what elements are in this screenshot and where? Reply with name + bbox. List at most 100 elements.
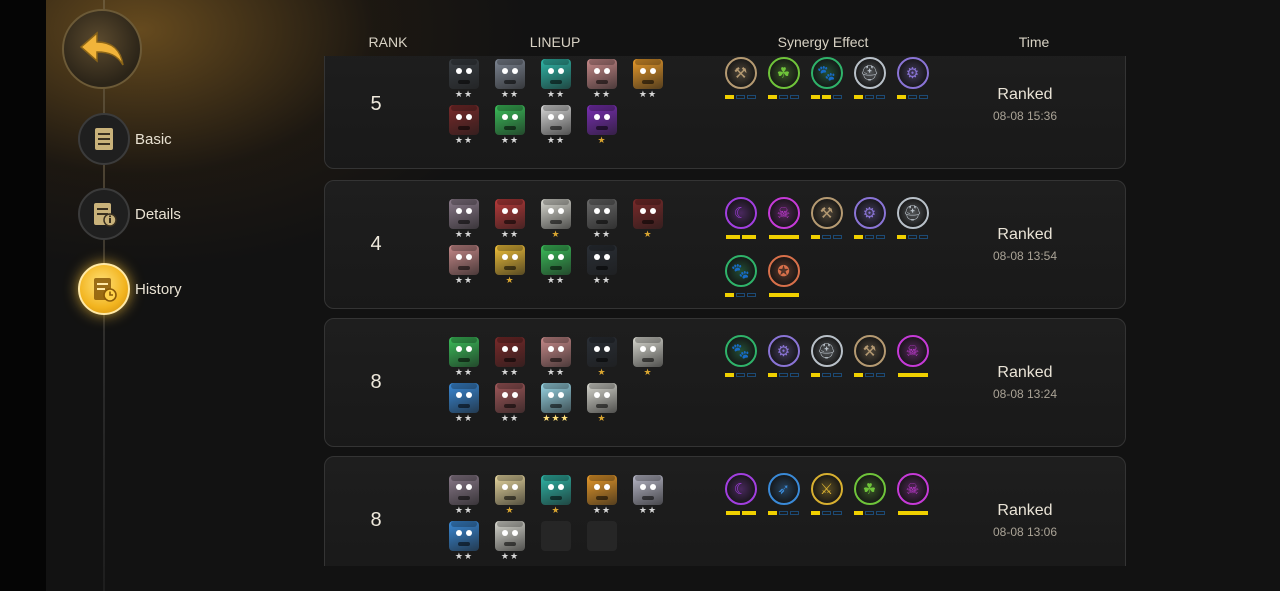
match-rank: 8 [370,371,382,393]
match-card[interactable]: 4 ★★ ★★ ★ ★★ ★ ★★ ★ ★★ ★★ ☾ ☠ ⚒ ⚙ ⛑ 🐾 ✪ Ranked 08-08 13:54 [324,180,1126,309]
paw-icon: 🐾 [724,255,757,287]
synergy-level-bar [833,511,842,515]
synergy-level-bars [725,235,756,239]
hero-portrait[interactable]: ★★ [441,337,487,383]
hero-portrait[interactable]: ★★ [579,245,625,291]
synergy-effect[interactable]: ⚒ [848,335,891,393]
synergy-level-bar [865,511,874,515]
hero-portrait[interactable]: ★ [533,199,579,245]
hero-portrait[interactable]: ★ [625,199,671,245]
synergy-level-bars [897,235,928,239]
hero-star-level: ★ [643,230,653,240]
hero-star-level: ★★ [638,90,658,100]
synergy-effect[interactable]: 🐾 [719,335,762,393]
hero-portrait[interactable]: ★★ [441,383,487,429]
trinity-icon: ☘ [853,473,886,505]
hero-icon [587,383,617,413]
hero-star-level: ★★ [454,230,474,240]
synergy-effect[interactable]: 🐾 [719,255,762,313]
hero-icon [633,475,663,505]
synergy-level-bar [876,373,885,377]
synergy-level-bar [790,95,799,99]
match-card[interactable]: 8 ★★ ★★ ★★ ★ ★ ★★ ★★ ★★★ ★ 🐾 ⚙ ⛑ ⚒ ☠ Ranked 08-08 13:24 [324,318,1126,447]
hero-portrait[interactable]: ★★ [441,105,487,151]
hero-portrait[interactable]: ★★ [625,475,671,521]
nav-item-history[interactable]: History [78,263,182,315]
match-card[interactable]: 8 ★★ ★ ★ ★★ ★★ ★★ ★★ ☾ ➶ ⚔ ☘ ☠ Ranked 08-08 13:06 [324,456,1126,566]
hero-star-level: ★★ [592,506,612,516]
hero-portrait[interactable]: ★★ [487,521,533,566]
match-mode: Ranked [997,364,1053,381]
synergy-effect[interactable]: ⚒ [719,57,762,115]
synergy-effect[interactable]: ⚒ [805,197,848,255]
synergy-effect[interactable]: ⚙ [762,335,805,393]
hero-star-level: ★ [597,136,607,146]
synergy-level-bars [725,511,756,515]
hero-portrait[interactable]: ★★ [533,337,579,383]
hero-portrait[interactable]: ★★ [533,59,579,105]
synergy-level-bars [811,235,842,239]
synergy-effect[interactable]: ⚙ [848,197,891,255]
match-rank: 4 [370,233,382,255]
synergy-level-bar [897,95,906,99]
hero-portrait[interactable]: ★★ [533,105,579,151]
hero-icon [587,245,617,275]
synergy-effect[interactable]: ☘ [762,57,805,115]
synergy-level-bar [768,293,799,297]
empty-hero-slot[interactable] [533,521,579,566]
synergy-effect[interactable]: ⚔ [805,473,848,531]
empty-hero-slot[interactable] [579,521,625,566]
hero-portrait[interactable]: ★★ [579,199,625,245]
hero-star-level: ★★ [592,90,612,100]
hero-star-level: ★★ [500,230,520,240]
history-clock-icon [78,263,130,315]
match-card[interactable]: 5 ★★ ★★ ★★ ★★ ★★ ★★ ★★ ★★ ★ ⚒ ☘ 🐾 ⛑ ⚙ Ranked 08-08 15:36 [324,56,1126,169]
synergy-effect[interactable]: ➶ [762,473,805,531]
hero-portrait[interactable]: ★★ [579,59,625,105]
hero-portrait[interactable]: ★ [579,105,625,151]
hero-star-level: ★★ [500,414,520,424]
header-lineup: LINEUP [529,34,581,50]
hero-portrait[interactable]: ★★ [441,245,487,291]
hero-portrait[interactable]: ★★ [487,383,533,429]
nav-item-details[interactable]: Details [78,188,181,240]
synergy-effect[interactable]: ☾ [719,473,762,531]
hero-portrait[interactable]: ★★ [487,59,533,105]
hero-portrait[interactable]: ★★ [441,59,487,105]
synergy-level-bars [768,95,799,99]
hero-portrait[interactable]: ★ [579,337,625,383]
hero-portrait[interactable]: ★★ [487,337,533,383]
synergy-effect[interactable]: ☘ [848,473,891,531]
hero-portrait[interactable]: ★★ [533,245,579,291]
hero-icon [587,337,617,367]
hero-icon [541,59,571,89]
hero-portrait[interactable]: ★ [487,245,533,291]
synergy-effect[interactable]: ☠ [762,197,805,255]
beast-icon: ✪ [767,255,800,287]
synergy-level-bar [768,373,777,377]
hero-portrait[interactable]: ★ [625,337,671,383]
synergy-effect[interactable]: ✪ [762,255,805,313]
hero-portrait[interactable]: ★ [533,475,579,521]
hero-portrait[interactable]: ★★ [487,105,533,151]
hero-portrait[interactable]: ★★ [579,475,625,521]
hero-portrait[interactable]: ★ [487,475,533,521]
match-history-list[interactable]: 5 ★★ ★★ ★★ ★★ ★★ ★★ ★★ ★★ ★ ⚒ ☘ 🐾 ⛑ ⚙ Ranked 08-08 15:36… [324,56,1126,566]
synergy-level-bar [897,511,928,515]
synergy-level-bar [811,511,820,515]
synergy-level-bars [768,293,799,297]
synergy-effect[interactable]: ⛑ [848,57,891,115]
hero-portrait[interactable]: ★★ [441,199,487,245]
hero-portrait[interactable]: ★★ [441,475,487,521]
hero-portrait[interactable]: ★★ [441,521,487,566]
synergy-effect[interactable]: 🐾 [805,57,848,115]
hero-portrait[interactable]: ★★ [625,59,671,105]
hero-portrait[interactable]: ★ [579,383,625,429]
hero-star-level: ★ [597,414,607,424]
nav-item-basic[interactable]: Basic [78,113,172,165]
synergy-effect[interactable]: ⛑ [805,335,848,393]
synergy-effect[interactable]: ☾ [719,197,762,255]
hero-portrait[interactable]: ★★★ [533,383,579,429]
hero-portrait[interactable]: ★★ [487,199,533,245]
hero-icon [541,245,571,275]
